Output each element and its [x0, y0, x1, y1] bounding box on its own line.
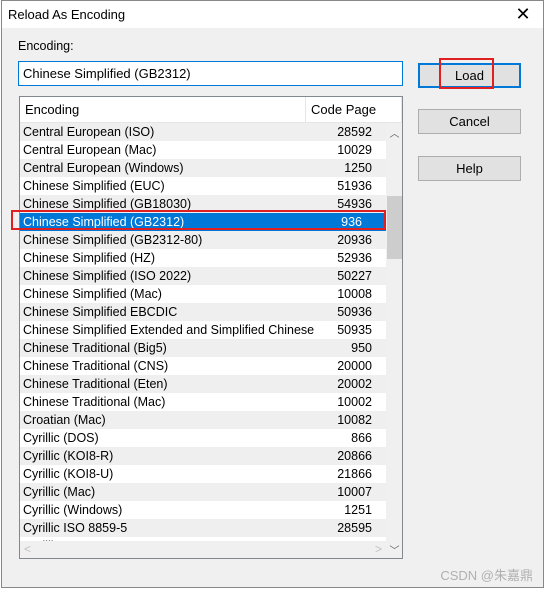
encoding-name: Cyrillic (KOI8-R): [23, 449, 114, 463]
encoding-name: Chinese Traditional (Big5): [23, 341, 167, 355]
code-page: 20936: [337, 233, 372, 247]
list-item[interactable]: Chinese Traditional (Big5) 950: [20, 339, 386, 357]
code-page: 21866: [337, 467, 372, 481]
code-page: 1250: [344, 161, 372, 175]
list-item[interactable]: Cyrillic (Mac) 10007: [20, 483, 386, 501]
encoding-name: Cyrillic (DOS): [23, 431, 99, 445]
load-button[interactable]: Load: [418, 63, 521, 88]
encoding-list[interactable]: Encoding Code Page Central European (ISO…: [19, 96, 403, 559]
code-page: 54936: [337, 197, 372, 211]
list-item[interactable]: Chinese Simplified EBCDIC 50936: [20, 303, 386, 321]
code-page: 28592: [337, 125, 372, 139]
list-rows: Central European (ISO) 28592 Central Europ…: [20, 123, 386, 541]
code-page: 936: [341, 215, 362, 229]
encoding-name: Central European (ISO): [23, 125, 155, 139]
list-item[interactable]: Chinese Traditional (CNS) 20000: [20, 357, 386, 375]
list-item[interactable]: Chinese Simplified (GB2312) 936: [20, 213, 386, 231]
column-header-encoding[interactable]: Encoding: [20, 97, 306, 123]
list-item[interactable]: Cyrillic (DOS) 866: [20, 429, 386, 447]
list-item[interactable]: Chinese Simplified Extended and Simplifi…: [20, 321, 386, 339]
list-item[interactable]: Cyrillic (Windows) 1251: [20, 501, 386, 519]
code-page: 20000: [337, 359, 372, 373]
code-page: 10029: [337, 143, 372, 157]
list-item[interactable]: Chinese Traditional (Mac) 10002: [20, 393, 386, 411]
list-item[interactable]: Chinese Simplified (ISO 2022) 50227: [20, 267, 386, 285]
code-page: 10002: [337, 395, 372, 409]
watermark: CSDN @朱嘉鼎: [440, 568, 533, 583]
code-page: 866: [351, 431, 372, 445]
list-item[interactable]: Chinese Simplified (GB2312-80) 20936: [20, 231, 386, 249]
code-page: 950: [351, 341, 372, 355]
code-page: 10082: [337, 413, 372, 427]
encoding-name: Chinese Simplified (EUC): [23, 179, 165, 193]
encoding-name: Central European (Mac): [23, 143, 157, 157]
scroll-down-icon[interactable]: ﹀: [386, 542, 402, 557]
reload-as-encoding-dialog: Reload As Encoding ✕ Encoding: Load Canc…: [1, 0, 544, 588]
code-page: 20002: [337, 377, 372, 391]
encoding-label: Encoding:: [18, 39, 74, 53]
list-item[interactable]: Croatian (Mac) 10082: [20, 411, 386, 429]
code-page: 50227: [337, 269, 372, 283]
encoding-name: Cyrillic (Mac): [23, 485, 96, 499]
vertical-scrollbar[interactable]: ︿ ﹀: [386, 123, 402, 558]
encoding-name: Chinese Simplified (Mac): [23, 287, 162, 301]
scroll-right-icon[interactable]: >: [375, 541, 382, 558]
encoding-name: Chinese Traditional (Mac): [23, 395, 166, 409]
list-item[interactable]: Chinese Traditional (Eten) 20002: [20, 375, 386, 393]
scroll-up-icon[interactable]: ︿: [386, 125, 402, 140]
encoding-name: Chinese Simplified (ISO 2022): [23, 269, 192, 283]
list-item[interactable]: Chinese Simplified (HZ) 52936: [20, 249, 386, 267]
code-page: 20866: [337, 449, 372, 463]
code-page: 10007: [337, 485, 372, 499]
code-page: 52936: [337, 251, 372, 265]
encoding-name: Cyrillic (KOI8-U): [23, 467, 114, 481]
list-item[interactable]: Central European (Windows) 1250: [20, 159, 386, 177]
list-item[interactable]: Chinese Simplified (GB18030) 54936: [20, 195, 386, 213]
scrollbar-thumb[interactable]: [387, 196, 402, 259]
list-item[interactable]: Chinese Simplified (EUC) 51936: [20, 177, 386, 195]
scroll-left-icon[interactable]: <: [24, 541, 31, 558]
encoding-input[interactable]: [18, 61, 403, 86]
encoding-name: Chinese Traditional (Eten): [23, 377, 168, 391]
close-icon[interactable]: ✕: [509, 4, 537, 24]
encoding-name: Chinese Traditional (CNS): [23, 359, 169, 373]
encoding-name: Croatian (Mac): [23, 413, 106, 427]
code-page: 10008: [337, 287, 372, 301]
list-header: Encoding Code Page: [20, 97, 402, 123]
horizontal-scrollbar[interactable]: < >: [20, 541, 386, 558]
code-page: 51936: [337, 179, 372, 193]
list-item[interactable]: Chinese Simplified (Mac) 10008: [20, 285, 386, 303]
title-bar: Reload As Encoding ✕: [2, 1, 543, 28]
encoding-name: Chinese Simplified (GB18030): [23, 197, 192, 211]
help-button[interactable]: Help: [418, 156, 521, 181]
encoding-name: Chinese Simplified EBCDIC: [23, 305, 178, 319]
cancel-button[interactable]: Cancel: [418, 109, 521, 134]
encoding-name: Cyrillic ISO 8859-5: [23, 521, 128, 535]
column-header-code-page[interactable]: Code Page: [306, 97, 402, 123]
code-page: 50935: [337, 323, 372, 337]
encoding-name: Chinese Simplified (HZ): [23, 251, 155, 265]
code-page: 50936: [337, 305, 372, 319]
list-item[interactable]: Cyrillic ISO 8859-5 28595: [20, 519, 386, 537]
list-item[interactable]: Central European (Mac) 10029: [20, 141, 386, 159]
encoding-name: Chinese Simplified (GB2312): [23, 215, 185, 229]
code-page: 28595: [337, 521, 372, 535]
list-item[interactable]: Central European (ISO) 28592: [20, 123, 386, 141]
encoding-name: Chinese Simplified Extended and Simplifi…: [23, 323, 315, 337]
encoding-name: Cyrillic (Windows): [23, 503, 123, 517]
list-item[interactable]: Cyrillic (KOI8-R) 20866: [20, 447, 386, 465]
dialog-title: Reload As Encoding: [8, 7, 126, 22]
encoding-name: Chinese Simplified (GB2312-80): [23, 233, 203, 247]
list-item[interactable]: Cyrillic (KOI8-U) 21866: [20, 465, 386, 483]
code-page: 1251: [344, 503, 372, 517]
encoding-name: Central European (Windows): [23, 161, 184, 175]
